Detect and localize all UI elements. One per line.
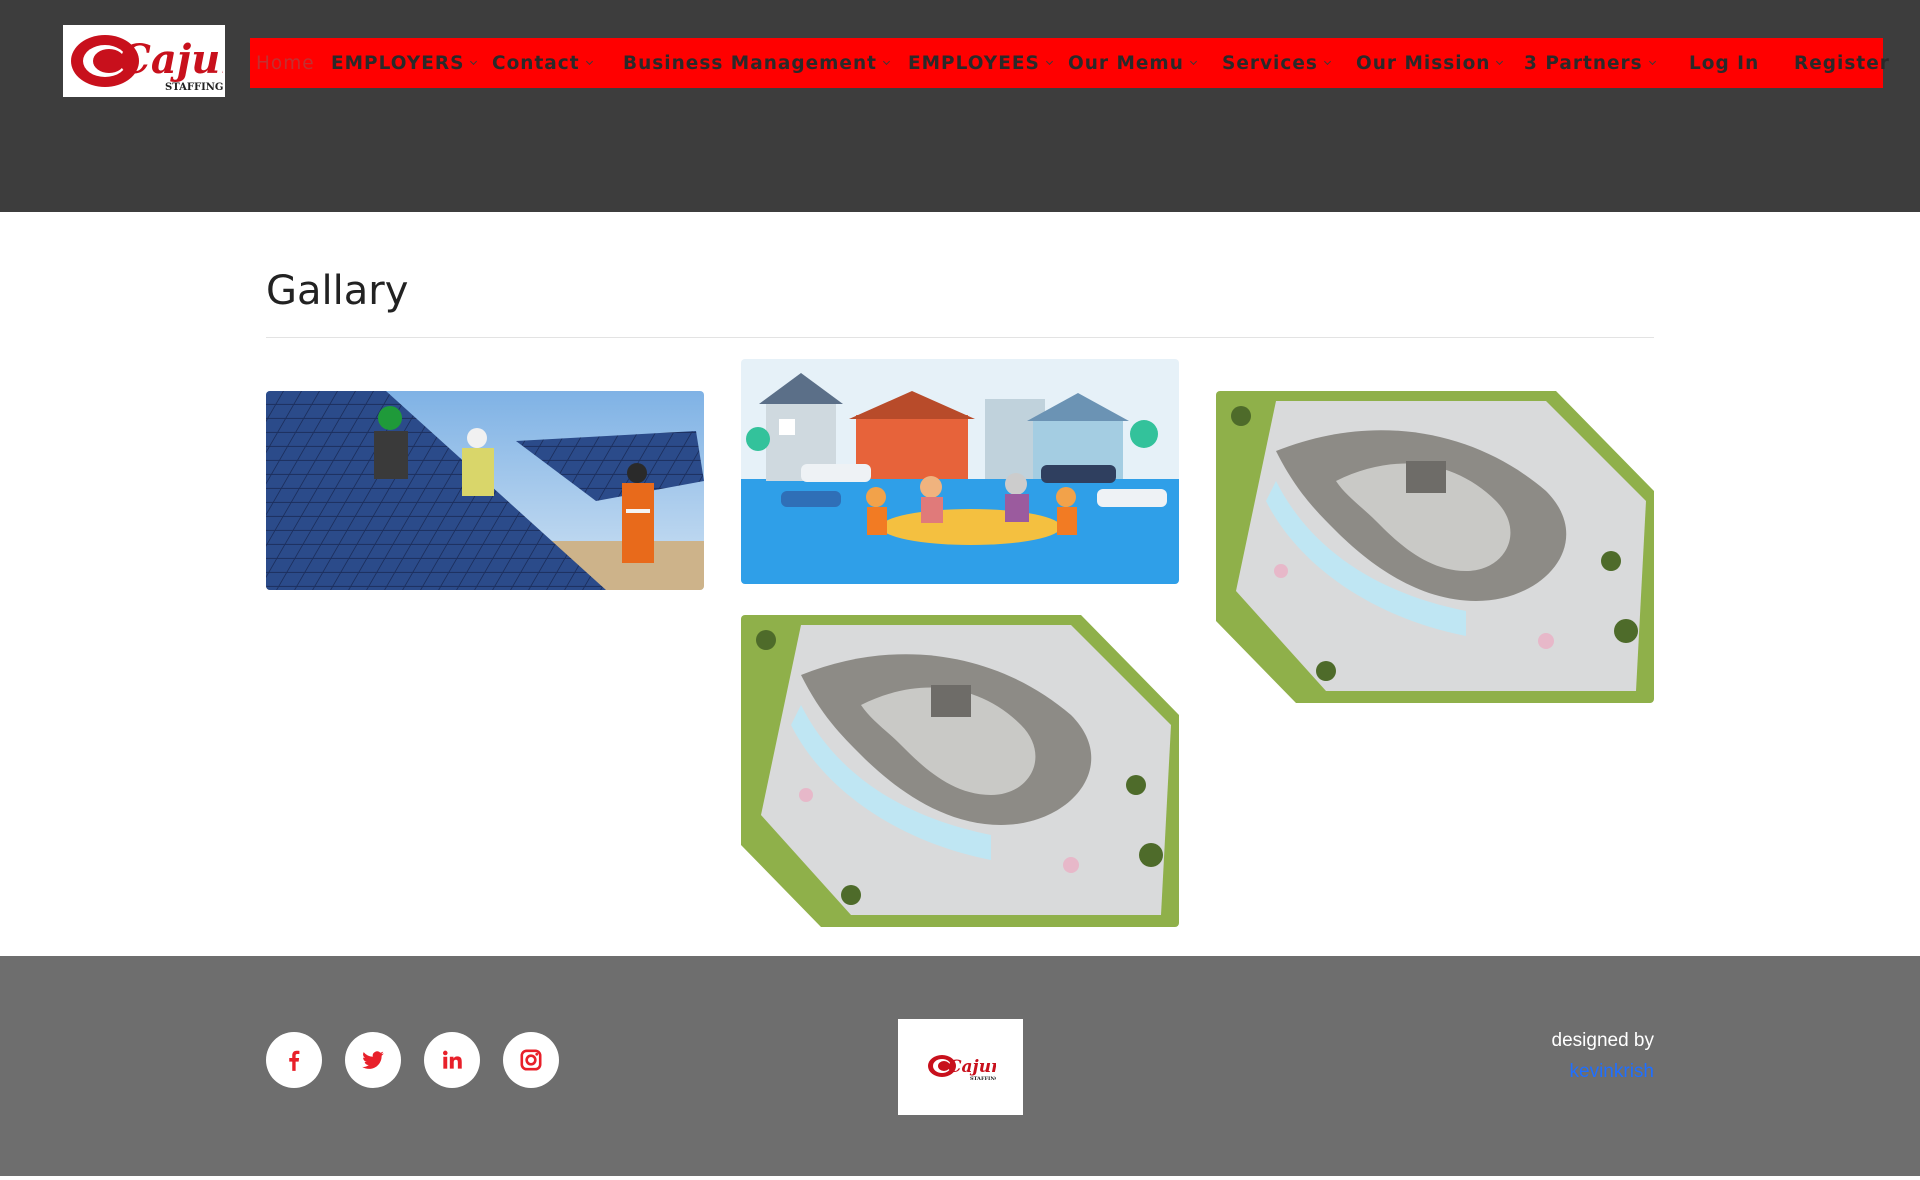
nav-our-memu[interactable]: Our Memu (1068, 38, 1197, 88)
facebook-button[interactable] (266, 1032, 322, 1088)
chevron-down-icon (1189, 57, 1197, 65)
twitter-icon (362, 1051, 384, 1069)
chevron-down-icon (882, 57, 891, 65)
chevron-down-icon (1045, 57, 1053, 65)
cajun-logo-icon: Cajun STAFFING (71, 35, 223, 93)
cajun-logo-icon: Cajun STAFFING (927, 1055, 996, 1082)
linkedin-button[interactable] (424, 1032, 480, 1088)
chevron-down-icon (1496, 57, 1504, 65)
nav-contact[interactable]: Contact (492, 38, 593, 88)
footer-logo[interactable]: Cajun STAFFING (898, 1019, 1023, 1115)
chevron-down-icon (1648, 57, 1656, 65)
nav-employees[interactable]: EMPLOYEES (908, 38, 1053, 88)
svg-text:Cajun: Cajun (948, 1057, 996, 1077)
designer-link[interactable]: kevinkrish (1570, 1061, 1654, 1083)
title-divider (266, 337, 1654, 338)
site-logo[interactable]: Cajun STAFFING (63, 25, 225, 97)
facebook-icon (289, 1050, 300, 1071)
nav-business-management[interactable]: Business Management (623, 38, 891, 88)
footer-bottom-strip (0, 1176, 1920, 1180)
nav-home[interactable]: Home (256, 38, 315, 88)
instagram-button[interactable] (503, 1032, 559, 1088)
svg-text:STAFFING: STAFFING (165, 82, 223, 93)
chevron-down-icon (470, 57, 478, 65)
chevron-down-icon (1323, 57, 1331, 65)
nav-services[interactable]: Services (1222, 38, 1331, 88)
chevron-down-icon (585, 57, 593, 65)
page-title: Gallary (266, 268, 409, 314)
gallery-image-solar[interactable] (266, 391, 704, 590)
svg-text:Cajun: Cajun (119, 36, 223, 83)
instagram-icon (520, 1049, 542, 1071)
nav-3-partners[interactable]: 3 Partners (1524, 38, 1656, 88)
building-render-image (1216, 391, 1654, 703)
nav-our-mission[interactable]: Our Mission (1356, 38, 1504, 88)
designed-by-label: designed by (1551, 1030, 1654, 1051)
solar-panel-image (266, 391, 704, 590)
main-nav: Home EMPLOYERS Contact Business Manageme… (250, 38, 1889, 88)
gallery-image-flood[interactable] (741, 359, 1179, 584)
linkedin-icon (443, 1050, 462, 1069)
site-header: Cajun STAFFING Home EMPLOYERS Contact Bu… (0, 0, 1920, 212)
flood-illustration-image (741, 359, 1179, 584)
gallery-image-building-right[interactable] (1216, 391, 1654, 703)
building-render-image (741, 615, 1179, 927)
nav-log-in[interactable]: Log In (1689, 38, 1759, 88)
gallery-image-building-center[interactable] (741, 615, 1179, 927)
nav-register[interactable]: Register (1794, 38, 1890, 88)
twitter-button[interactable] (345, 1032, 401, 1088)
nav-employers[interactable]: EMPLOYERS (331, 38, 478, 88)
svg-text:STAFFING: STAFFING (970, 1076, 996, 1082)
